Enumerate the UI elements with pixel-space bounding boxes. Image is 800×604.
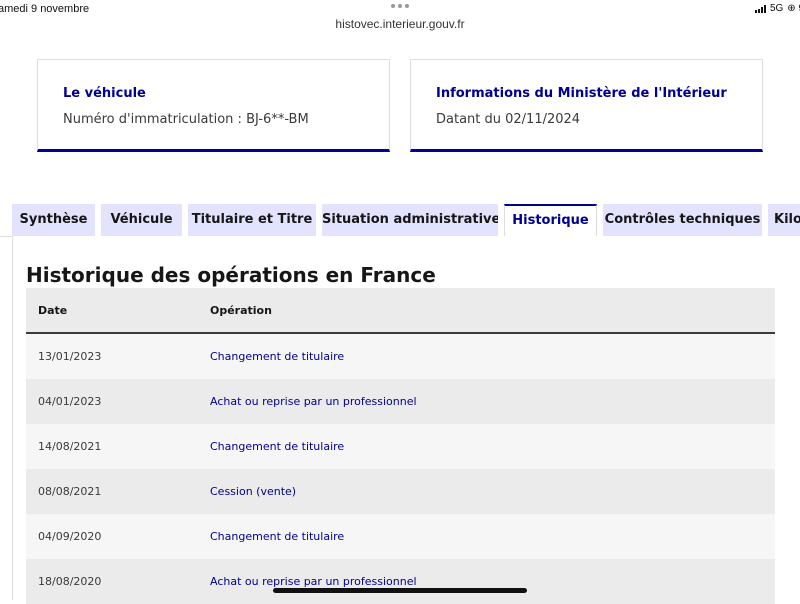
- ministry-card-title: Informations du Ministère de l'Intérieur: [436, 86, 727, 101]
- row-operation: Changement de titulaire: [210, 440, 345, 453]
- ministry-date: Datant du 02/11/2024: [436, 112, 581, 127]
- vehicle-card: Le véhicule Numéro d'immatriculation : B…: [37, 59, 390, 152]
- table-row: 14/08/2021 Changement de titulaire: [26, 424, 775, 469]
- tab-titulaire-titre[interactable]: Titulaire et Titre: [188, 204, 316, 236]
- row-date: 04/01/2023: [38, 395, 102, 408]
- row-date: 08/08/2021: [38, 485, 102, 498]
- row-operation: Changement de titulaire: [210, 350, 345, 363]
- column-header-operation: Opération: [210, 304, 272, 317]
- row-date: 04/09/2020: [38, 530, 102, 543]
- tab-controles-techniques[interactable]: Contrôles techniques: [603, 204, 762, 236]
- table-header: Date Opération: [26, 288, 775, 334]
- table-row: 08/08/2021 Cession (vente): [26, 469, 775, 514]
- table-row: 04/09/2020 Changement de titulaire: [26, 514, 775, 559]
- table-row: 18/08/2020 Achat ou reprise par un profe…: [26, 559, 775, 604]
- home-indicator[interactable]: [273, 588, 527, 593]
- row-operation: Achat ou reprise par un professionnel: [210, 395, 417, 408]
- row-operation: Achat ou reprise par un professionnel: [210, 575, 417, 588]
- signal-icon: [754, 4, 766, 13]
- tab-bar: Synthèse Véhicule Titulaire et Titre Sit…: [0, 204, 800, 237]
- registration-number: Numéro d'immatriculation : BJ-6**-BM: [63, 112, 309, 127]
- more-dots-icon[interactable]: [391, 4, 409, 8]
- tab-historique[interactable]: Historique: [504, 204, 597, 237]
- status-bar: amedi 9 novembre histovec.interieur.gouv…: [0, 0, 800, 36]
- column-header-date: Date: [38, 304, 68, 317]
- section-title: Historique des opérations en France: [26, 263, 436, 287]
- vehicle-card-title: Le véhicule: [63, 86, 146, 101]
- row-date: 13/01/2023: [38, 350, 102, 363]
- ministry-card: Informations du Ministère de l'Intérieur…: [410, 59, 763, 152]
- tab-synthese[interactable]: Synthèse: [12, 204, 95, 236]
- status-date: amedi 9 novembre: [0, 3, 90, 15]
- network-label: 5G: [769, 3, 784, 14]
- row-operation: Changement de titulaire: [210, 530, 345, 543]
- status-trail: ⊕ 9: [787, 3, 800, 14]
- row-date: 18/08/2020: [38, 575, 102, 588]
- operations-table: Date Opération 13/01/2023 Changement de …: [26, 288, 775, 604]
- tab-vehicule[interactable]: Véhicule: [101, 204, 182, 236]
- table-row: 13/01/2023 Changement de titulaire: [26, 334, 775, 379]
- tab-kilometrage[interactable]: Kilo: [768, 204, 800, 236]
- tab-situation-administrative[interactable]: Situation administrative: [322, 204, 498, 236]
- status-indicators: 5G ⊕ 9: [754, 3, 800, 14]
- row-operation: Cession (vente): [210, 485, 297, 498]
- address-bar-url[interactable]: histovec.interieur.gouv.fr: [0, 17, 800, 31]
- table-row: 04/01/2023 Achat ou reprise par un profe…: [26, 379, 775, 424]
- row-date: 14/08/2021: [38, 440, 102, 453]
